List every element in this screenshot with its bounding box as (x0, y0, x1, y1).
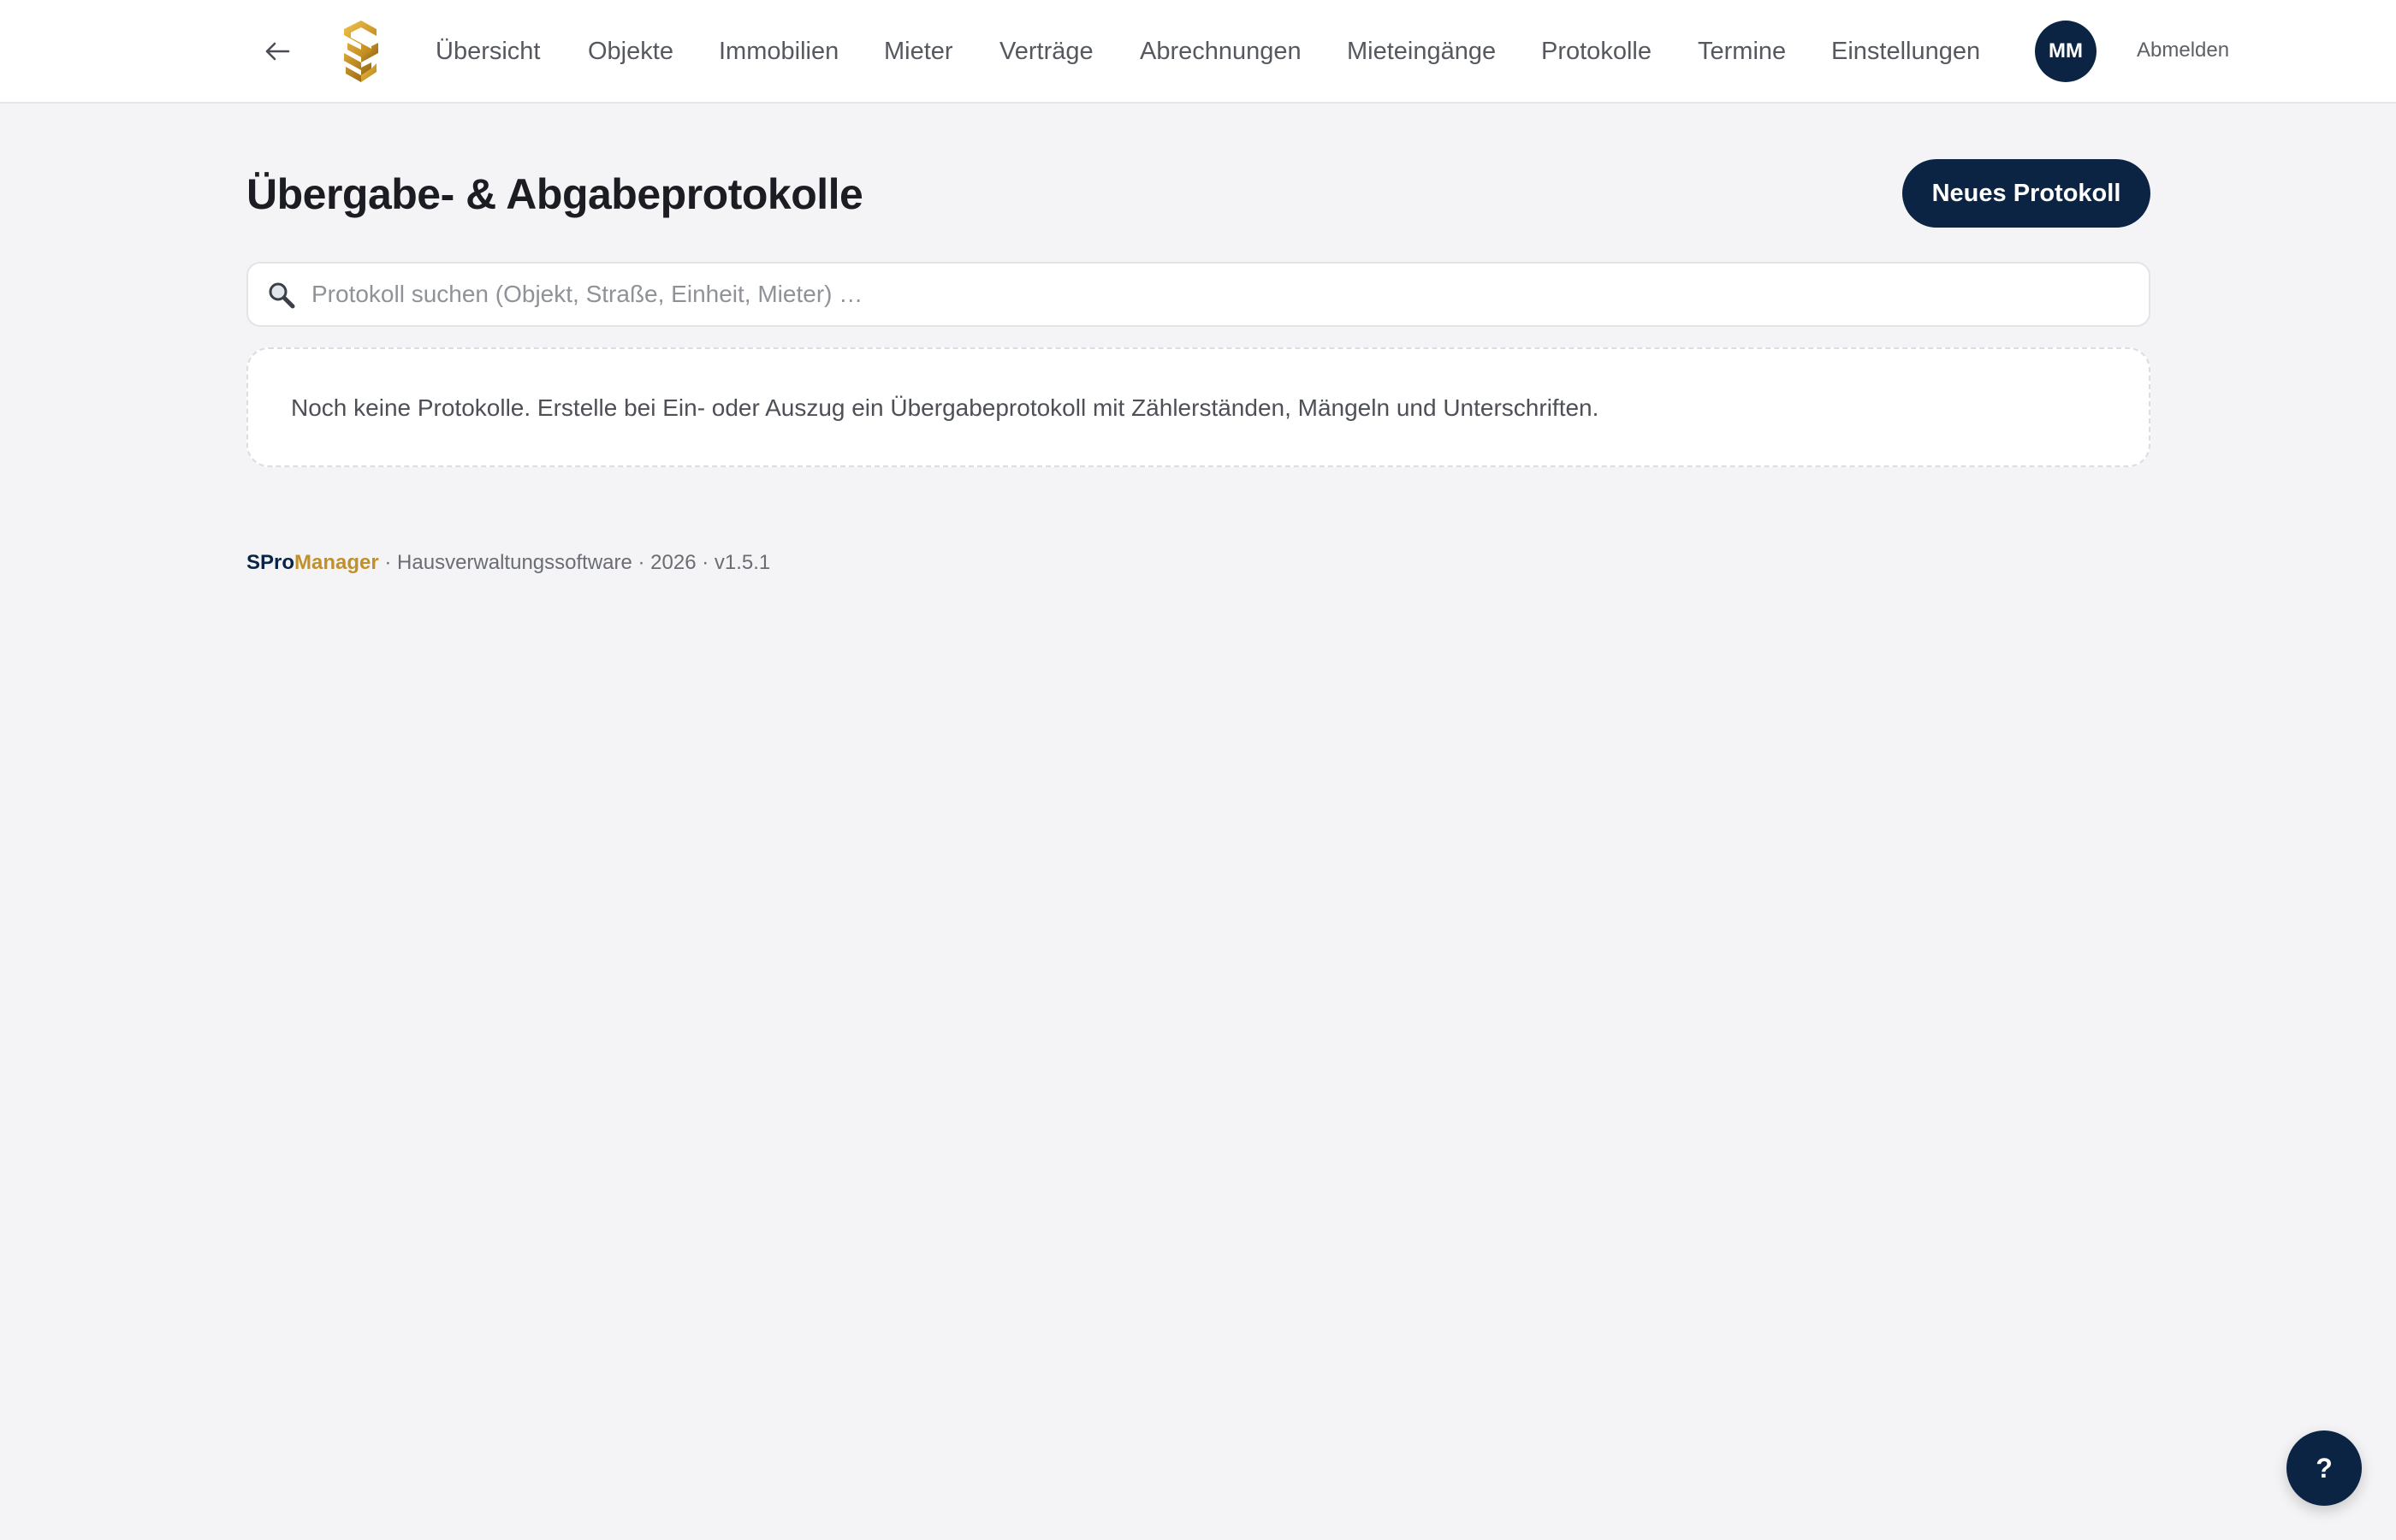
nav-item-termine[interactable]: Termine (1698, 34, 1786, 68)
search-box (246, 262, 2150, 327)
footer-text: · Hausverwaltungssoftware · 2026 · v1.5.… (378, 551, 771, 574)
nav-item-mieteingaenge[interactable]: Mieteingänge (1347, 34, 1496, 68)
arrow-left-icon (265, 42, 290, 61)
back-button[interactable] (257, 33, 298, 70)
logout-link[interactable]: Abmelden (2137, 36, 2229, 65)
footer: SProManager · Hausverwaltungssoftware · … (246, 549, 770, 577)
footer-brand-manager: Manager (294, 551, 379, 574)
user-avatar[interactable]: MM (2035, 21, 2096, 82)
empty-state-message: Noch keine Protokolle. Erstelle bei Ein-… (291, 394, 1599, 421)
empty-state-card: Noch keine Protokolle. Erstelle bei Ein-… (246, 347, 2150, 467)
help-button[interactable]: ? (2286, 1430, 2362, 1506)
search-input[interactable] (310, 264, 2132, 325)
search-icon (269, 282, 295, 309)
nav-item-einstellungen[interactable]: Einstellungen (1831, 34, 1980, 68)
nav-item-protokolle[interactable]: Protokolle (1541, 34, 1652, 68)
nav-item-objekte[interactable]: Objekte (588, 34, 673, 68)
new-protocol-button[interactable]: Neues Protokoll (1902, 159, 2150, 228)
footer-brand-spro: SPro (246, 551, 295, 574)
nav-item-abrechnungen[interactable]: Abrechnungen (1140, 34, 1302, 68)
nav-item-uebersicht[interactable]: Übersicht (436, 34, 541, 68)
s-logo-icon[interactable] (339, 19, 383, 84)
page-title: Übergabe- & Abgabeprotokolle (246, 170, 863, 218)
nav-item-mieter[interactable]: Mieter (884, 34, 953, 68)
nav-item-immobilien[interactable]: Immobilien (719, 34, 839, 68)
nav-item-vertraege[interactable]: Verträge (999, 34, 1094, 68)
top-navigation-bar: Übersicht Objekte Immobilien Mieter Vert… (0, 0, 2396, 104)
